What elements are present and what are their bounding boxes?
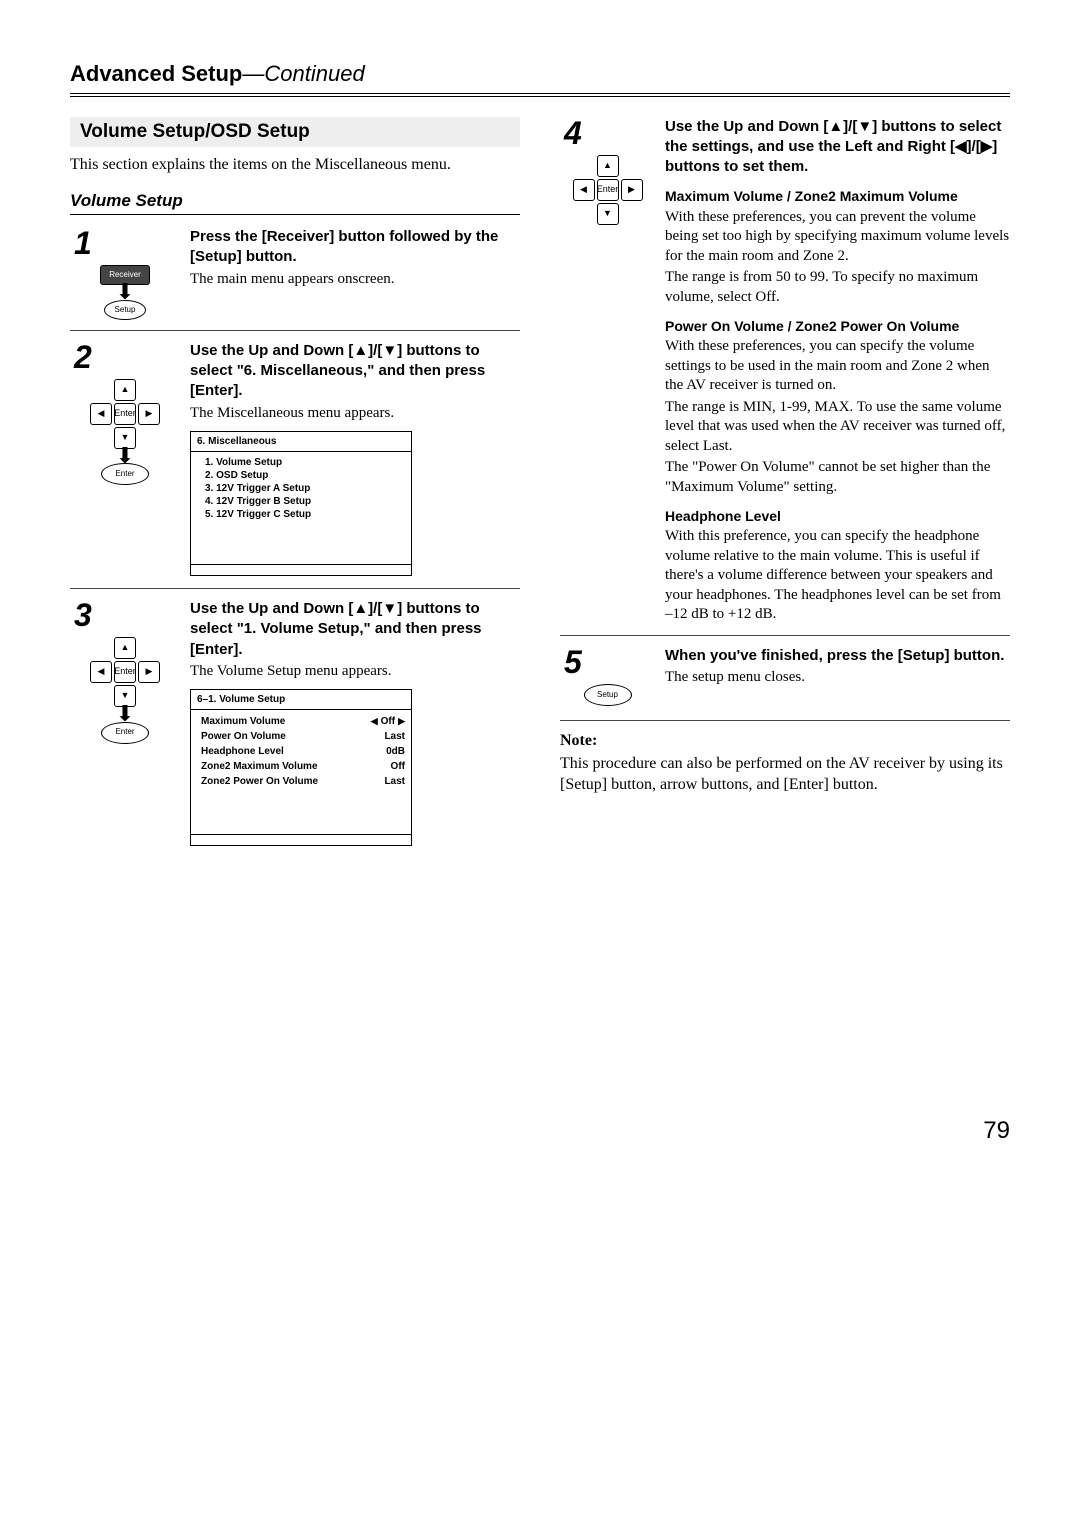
param-head: Maximum Volume / Zone2 Maximum Volume — [665, 187, 1010, 205]
osd-row: Headphone Level 0dB — [201, 744, 405, 759]
osd-item: 3. 12V Trigger A Setup — [205, 482, 405, 495]
right-icon: ▶ — [138, 403, 160, 425]
step-title: Use the Up and Down [▲]/[▼] buttons to s… — [190, 599, 520, 660]
step-number: 1 — [70, 227, 180, 259]
osd-title: 6–1. Volume Setup — [191, 690, 411, 710]
left-icon: ◀ — [90, 403, 112, 425]
osd-value: Last — [384, 730, 405, 743]
osd-menu-volume-setup: 6–1. Volume Setup Maximum Volume ◀Off▶ P… — [190, 689, 412, 846]
remote-illustration: ▲ ◀Enter▶ ▼ ⬇ Enter — [70, 637, 180, 744]
enter-center-icon: Enter — [114, 403, 136, 425]
remote-illustration: ▲ ◀Enter▶ ▼ — [560, 155, 655, 225]
enter-button-icon: Enter — [101, 463, 149, 485]
setup-button-icon — [104, 300, 146, 320]
step-2: 2 ▲ ◀Enter▶ ▼ ⬇ Enter Use the Up and Dow… — [70, 341, 520, 589]
right-icon: ▶ — [138, 661, 160, 683]
left-tri-icon: ◀ — [371, 716, 378, 728]
left-icon: ◀ — [573, 179, 595, 201]
dpad-icon: ▲ ◀Enter▶ ▼ — [90, 379, 160, 449]
left-icon: ◀ — [90, 661, 112, 683]
step-text: The Miscellaneous menu appears. — [190, 404, 520, 424]
remote-illustration: ▲ ◀Enter▶ ▼ ⬇ Enter — [70, 379, 180, 486]
osd-label: Power On Volume — [201, 730, 286, 743]
osd-item: 5. 12V Trigger C Setup — [205, 508, 405, 521]
right-tri-icon: ▶ — [398, 716, 405, 728]
step-title: Press the [Receiver] button followed by … — [190, 227, 520, 268]
step-title: When you've finished, press the [Setup] … — [665, 646, 1010, 666]
osd-menu-miscellaneous: 6. Miscellaneous 1. Volume Setup 2. OSD … — [190, 431, 412, 576]
osd-label: Maximum Volume — [201, 715, 285, 728]
section-title: Volume Setup/OSD Setup — [70, 117, 520, 148]
osd-row: Zone2 Maximum Volume Off — [201, 759, 405, 774]
step-4: 4 ▲ ◀Enter▶ ▼ Use the Up and Down [▲]/[▼… — [560, 117, 1010, 636]
step-title: Use the Up and Down [▲]/[▼] buttons to s… — [665, 117, 1010, 178]
enter-button-icon: Enter — [101, 722, 149, 744]
step-5: 5 Setup When you've finished, press the … — [560, 646, 1010, 721]
enter-center-icon: Enter — [114, 661, 136, 683]
step-text: The main menu appears onscreen. — [190, 270, 520, 290]
sub-heading: Volume Setup — [70, 190, 520, 215]
arrow-down-icon: ⬇ — [116, 289, 134, 296]
step-text: The setup menu closes. — [665, 668, 1010, 688]
osd-label: Zone2 Maximum Volume — [201, 760, 318, 773]
step-number: 5 — [560, 646, 655, 678]
osd-value: Off — [391, 760, 405, 773]
enter-center-icon: Enter — [597, 179, 619, 201]
header-continued: —Continued — [242, 61, 364, 86]
arrow-down-icon: ⬇ — [116, 453, 134, 460]
note-text: This procedure can also be performed on … — [560, 754, 1010, 796]
up-icon: ▲ — [114, 637, 136, 659]
arrow-down-icon: ⬇ — [116, 711, 134, 718]
osd-row: Zone2 Power On Volume Last — [201, 774, 405, 789]
right-icon: ▶ — [621, 179, 643, 201]
remote-illustration: Receiver ⬇ — [70, 265, 180, 320]
page-header: Advanced Setup—Continued — [70, 60, 1010, 97]
param-text: The range is MIN, 1-99, MAX. To use the … — [665, 398, 1010, 457]
up-icon: ▲ — [597, 155, 619, 177]
osd-item: 2. OSD Setup — [205, 469, 405, 482]
dpad-icon: ▲ ◀Enter▶ ▼ — [573, 155, 643, 225]
step-number: 3 — [70, 599, 180, 631]
up-icon: ▲ — [114, 379, 136, 401]
header-main: Advanced Setup — [70, 61, 242, 86]
step-1: 1 Receiver ⬇ Press the [Receiver] button… — [70, 227, 520, 331]
osd-row: Power On Volume Last — [201, 729, 405, 744]
osd-value: Off — [381, 715, 395, 728]
osd-row: Maximum Volume ◀Off▶ — [201, 714, 405, 729]
page-number: 79 — [560, 1115, 1010, 1146]
dpad-icon: ▲ ◀Enter▶ ▼ — [90, 637, 160, 707]
intro-text: This section explains the items on the M… — [70, 155, 520, 176]
osd-value: 0dB — [386, 745, 405, 758]
osd-label: Headphone Level — [201, 745, 284, 758]
down-icon: ▼ — [597, 203, 619, 225]
param-head: Headphone Level — [665, 507, 1010, 525]
osd-value: Last — [384, 775, 405, 788]
note-head: Note: — [560, 732, 597, 749]
param-head: Power On Volume / Zone2 Power On Volume — [665, 317, 1010, 335]
right-column: 4 ▲ ◀Enter▶ ▼ Use the Up and Down [▲]/[▼… — [560, 117, 1010, 1147]
param-text: The range is from 50 to 99. To specify n… — [665, 268, 1010, 307]
param-text: With these preferences, you can prevent … — [665, 208, 1010, 267]
step-title: Use the Up and Down [▲]/[▼] buttons to s… — [190, 341, 520, 402]
step-3: 3 ▲ ◀Enter▶ ▼ ⬇ Enter Use the Up and Dow… — [70, 599, 520, 858]
param-text: The "Power On Volume" cannot be set high… — [665, 458, 1010, 497]
step-text: The Volume Setup menu appears. — [190, 662, 520, 682]
param-text: With these preferences, you can specify … — [665, 337, 1010, 396]
note-block: Note: This procedure can also be perform… — [560, 731, 1010, 795]
left-column: Volume Setup/OSD Setup This section expl… — [70, 117, 520, 1147]
osd-title: 6. Miscellaneous — [191, 432, 411, 452]
step-number: 2 — [70, 341, 180, 373]
param-text: With this preference, you can specify th… — [665, 527, 1010, 625]
osd-item: 1. Volume Setup — [205, 456, 405, 469]
setup-button-icon: Setup — [584, 684, 632, 706]
osd-label: Zone2 Power On Volume — [201, 775, 318, 788]
osd-item: 4. 12V Trigger B Setup — [205, 495, 405, 508]
step-number: 4 — [560, 117, 655, 149]
